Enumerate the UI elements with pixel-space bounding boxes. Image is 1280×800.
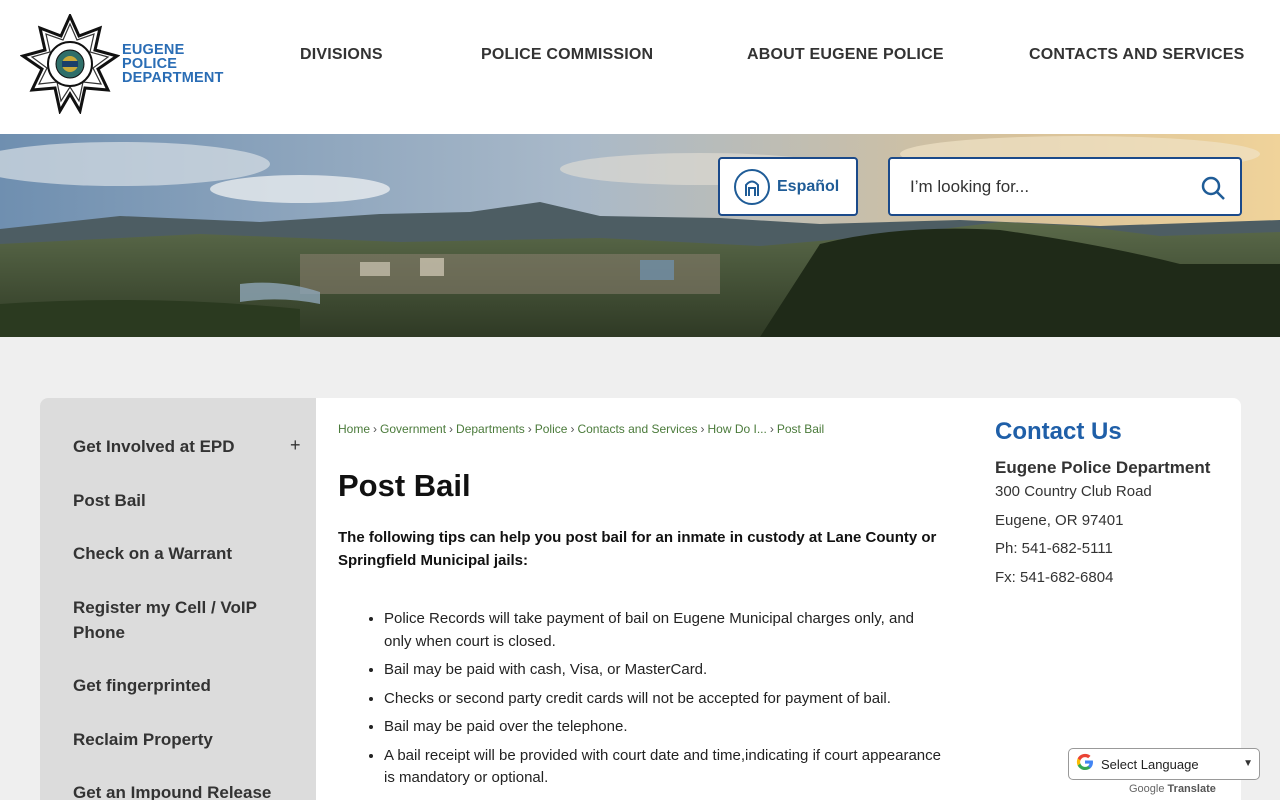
nav-police-commission[interactable]: POLICE COMMISSION <box>481 46 653 64</box>
search-icon[interactable] <box>1200 175 1226 201</box>
espanol-button[interactable]: Español <box>718 157 858 216</box>
bail-tips-list: Police Records will take payment of bail… <box>384 608 944 796</box>
site-search <box>888 157 1242 216</box>
contact-org: Eugene Police Department <box>995 458 1211 477</box>
powered-google: Google <box>1129 783 1165 795</box>
list-item: Bail may be paid with cash, Visa, or Mas… <box>384 659 944 682</box>
breadcrumb-how-do-i[interactable]: How Do I... <box>708 422 767 436</box>
breadcrumb-police[interactable]: Police <box>535 422 568 436</box>
sidebar-item-fingerprinted[interactable]: Get fingerprinted <box>73 673 288 698</box>
nav-about-eugene-police[interactable]: ABOUT EUGENE POLICE <box>747 46 944 64</box>
breadcrumb-post-bail[interactable]: Post Bail <box>777 422 824 436</box>
sidebar-item-post-bail[interactable]: Post Bail <box>73 488 288 513</box>
espanol-label: Español <box>777 177 840 195</box>
nav-contacts-and-services[interactable]: CONTACTS AND SERVICES <box>1029 46 1244 64</box>
contact-address-1: 300 Country Club Road <box>995 483 1152 500</box>
sidebar-item-reclaim-property[interactable]: Reclaim Property <box>73 727 288 752</box>
main-nav: DIVISIONS POLICE COMMISSION ABOUT EUGENE… <box>0 46 1280 68</box>
breadcrumb-home[interactable]: Home <box>338 422 370 436</box>
sidebar-item-check-warrant[interactable]: Check on a Warrant <box>73 541 288 566</box>
contact-fax: Fx: 541-682-6804 <box>995 568 1114 586</box>
contact-address-2: Eugene, OR 97401 <box>995 511 1124 529</box>
sidebar-nav: Get Involved at EPD + Post Bail Check on… <box>40 398 316 800</box>
breadcrumb-contacts-services[interactable]: Contacts and Services <box>577 422 697 436</box>
list-item: Checks or second party credit cards will… <box>384 688 944 711</box>
language-select[interactable]: Select Language ▼ <box>1068 748 1260 780</box>
logo-line-2: DEPARTMENT <box>122 70 224 86</box>
breadcrumb-departments[interactable]: Departments <box>456 422 525 436</box>
google-g-icon <box>1075 752 1095 777</box>
powered-translate: Translate <box>1167 783 1216 795</box>
chevron-down-icon: ▼ <box>1243 758 1253 769</box>
sidebar-item-register-phone[interactable]: Register my Cell / VoIP Phone <box>73 595 288 645</box>
intro-text: The following tips can help you post bai… <box>338 529 937 569</box>
list-item: A bail receipt will be provided with cou… <box>384 745 944 790</box>
contact-heading: Contact Us <box>995 418 1122 445</box>
list-item: Police Records will take payment of bail… <box>384 608 944 653</box>
sidebar-item-impound-release[interactable]: Get an Impound Release <box>73 780 288 800</box>
contact-phone[interactable]: Ph: 541-682-5111 <box>995 535 1235 564</box>
globe-icon <box>734 168 770 205</box>
page-title: Post Bail <box>338 468 471 503</box>
sidebar-item-get-involved[interactable]: Get Involved at EPD <box>73 434 288 459</box>
list-item: Bail may be paid over the telephone. <box>384 716 944 739</box>
language-select-label: Select Language <box>1101 756 1199 772</box>
contact-panel: Contact Us Eugene Police Department 300 … <box>995 418 1235 592</box>
google-translate-credit: Google Translate <box>1129 783 1216 795</box>
nav-divisions[interactable]: DIVISIONS <box>300 46 383 64</box>
search-input[interactable] <box>910 173 1180 201</box>
plus-icon[interactable]: + <box>290 435 301 456</box>
breadcrumb: Home › Government › Departments › Police › Conta… <box>338 422 825 436</box>
site-header: EUGENE POLICE DEPARTMENT DIVISIONS POLIC… <box>0 0 1280 134</box>
breadcrumb-government[interactable]: Government <box>380 422 446 436</box>
